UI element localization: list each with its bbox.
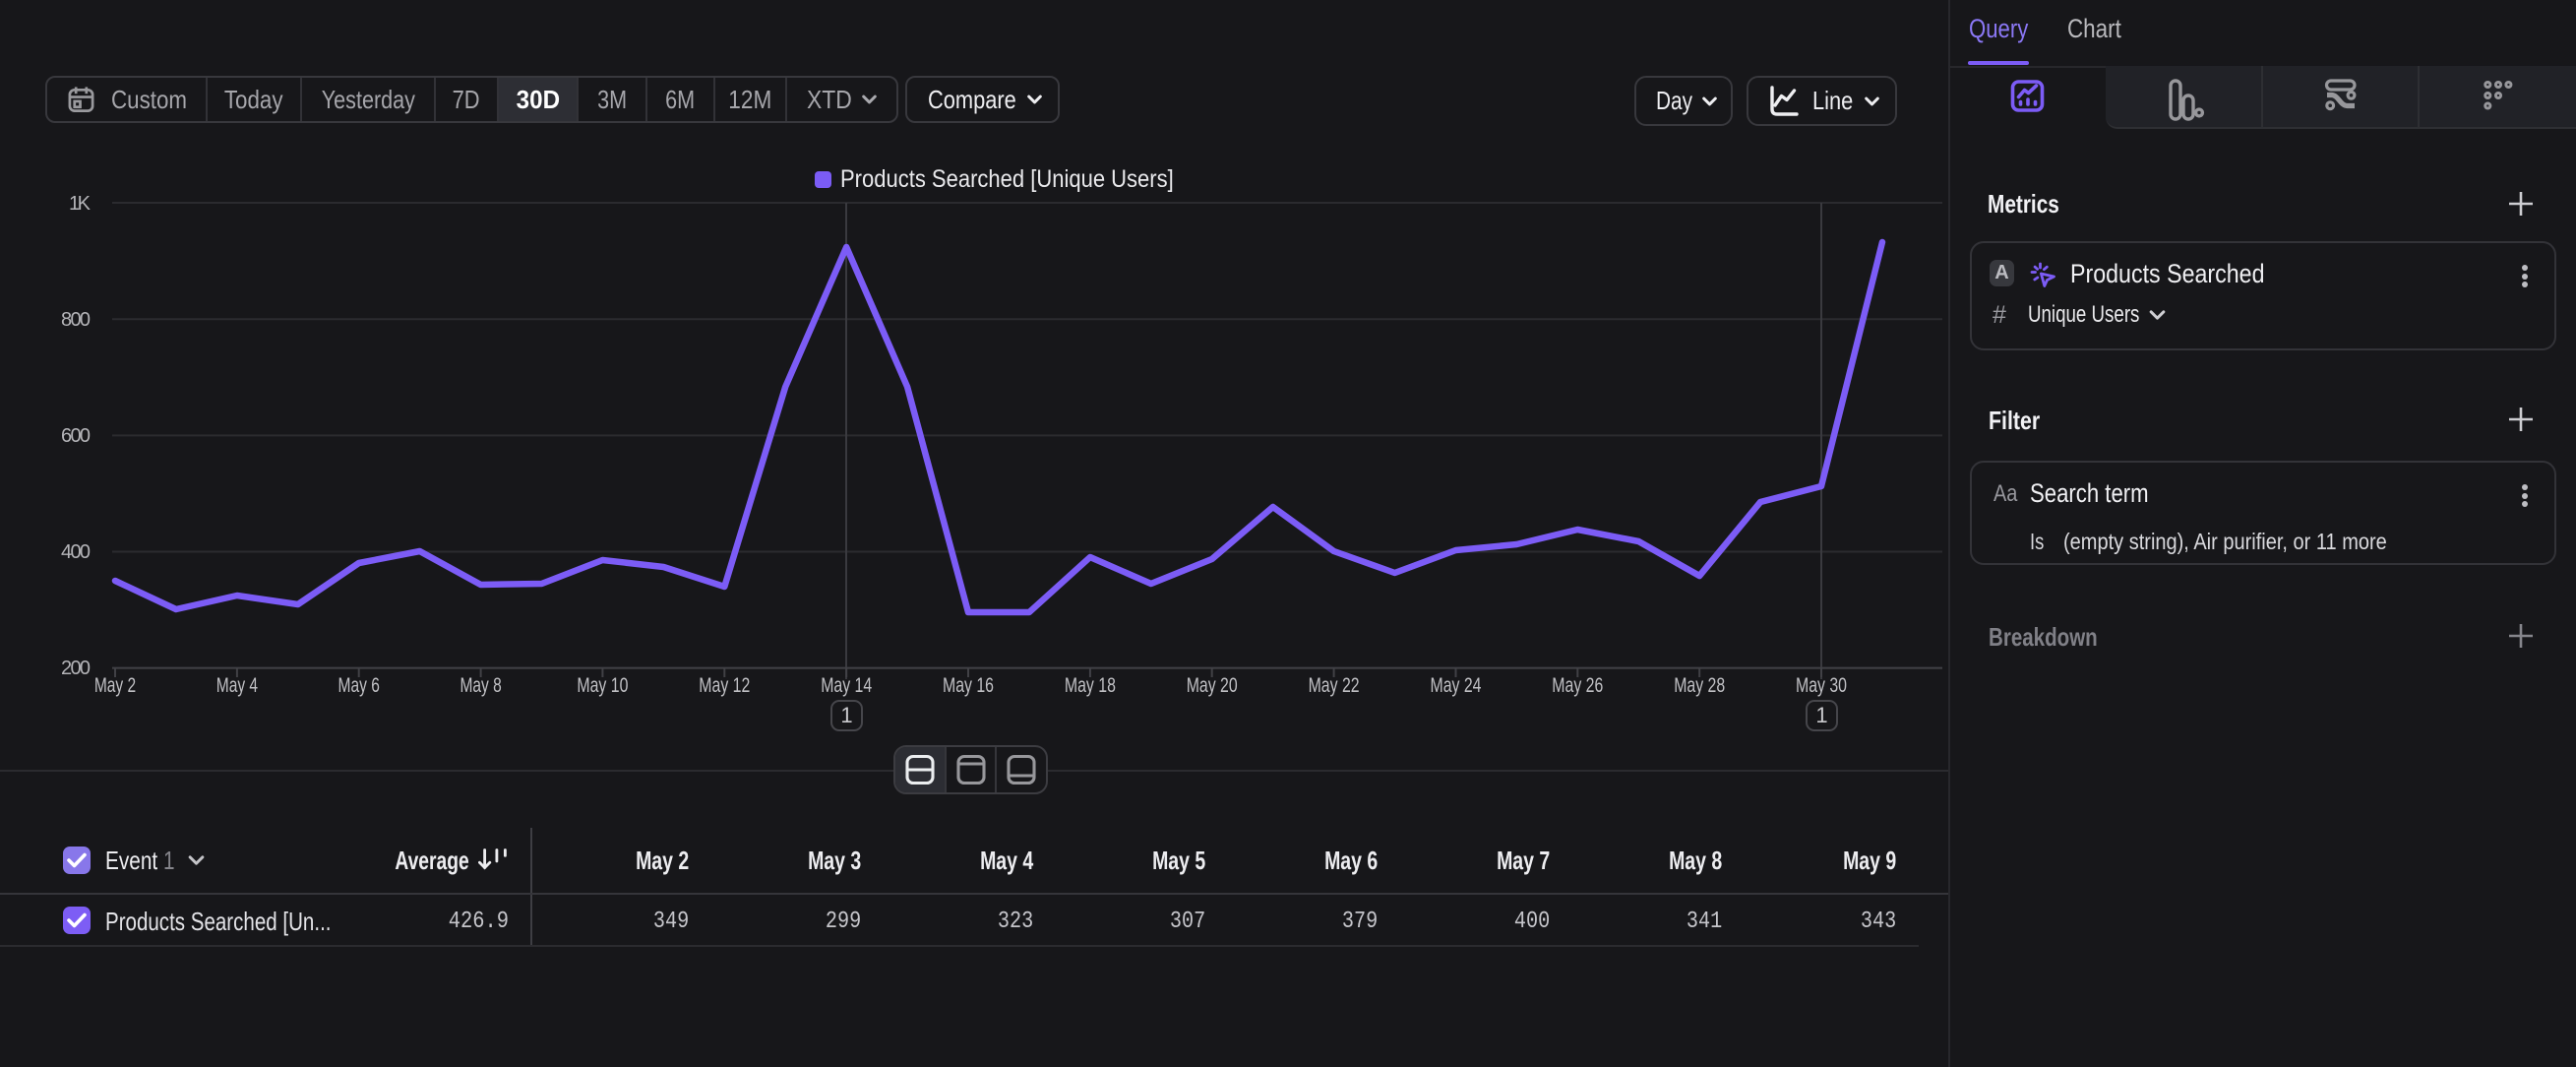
svg-text:1: 1 <box>1815 703 1827 727</box>
svg-text:May 6: May 6 <box>338 674 380 697</box>
svg-text:May 16: May 16 <box>943 674 994 697</box>
svg-text:May 24: May 24 <box>1431 674 1482 697</box>
svg-text:400: 400 <box>61 541 91 563</box>
svg-text:800: 800 <box>61 309 91 331</box>
svg-text:May 30: May 30 <box>1796 674 1847 697</box>
svg-text:200: 200 <box>61 658 91 679</box>
svg-text:May 26: May 26 <box>1552 674 1603 697</box>
svg-text:May 14: May 14 <box>821 674 872 697</box>
svg-text:May 28: May 28 <box>1674 674 1725 697</box>
svg-text:1K: 1K <box>69 193 92 215</box>
svg-text:May 10: May 10 <box>577 674 628 697</box>
svg-text:May 2: May 2 <box>94 674 136 697</box>
svg-text:May 20: May 20 <box>1187 674 1238 697</box>
svg-text:May 18: May 18 <box>1065 674 1116 697</box>
svg-text:May 12: May 12 <box>699 674 750 697</box>
svg-text:600: 600 <box>61 425 91 447</box>
svg-text:1: 1 <box>840 703 852 727</box>
svg-text:May 4: May 4 <box>216 674 259 697</box>
svg-text:May 22: May 22 <box>1309 674 1360 697</box>
svg-text:May 8: May 8 <box>460 674 501 697</box>
